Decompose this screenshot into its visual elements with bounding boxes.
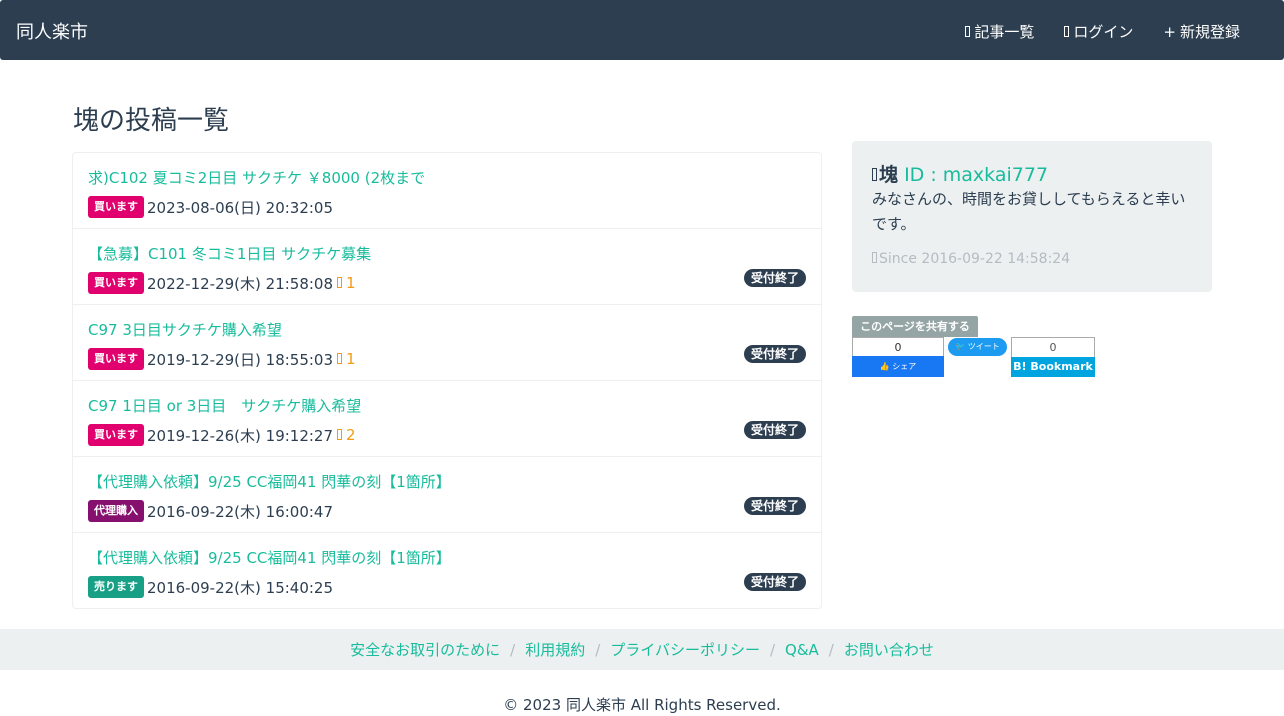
profile-name-line: 塊 ID : maxkai777 — [872, 160, 1048, 187]
post-type-badge: 買います — [88, 424, 144, 446]
list-item: 求)C102 夏コミ2日目 サクチケ ￥8000 (2枚まで 買います 2023… — [73, 153, 821, 229]
footer-link-privacy[interactable]: プライバシーポリシー — [610, 639, 760, 660]
post-date: 2022-12-29(木) 21:58:08 — [147, 274, 334, 293]
post-meta: 買います 2022-12-29(木) 21:58:08 1 — [88, 272, 356, 294]
post-type-badge: 買います — [88, 196, 144, 218]
footer-link-qa[interactable]: Q&A — [785, 641, 819, 659]
footer-separator: / — [769, 640, 776, 659]
post-meta: 売ります 2016-09-22(木) 15:40:25 — [88, 576, 333, 598]
status-badge: 受付終了 — [743, 345, 806, 363]
facebook-share-label: 👍 シェア — [852, 356, 944, 377]
profile-card: 塊 ID : maxkai777 みなさんの、時間をお貸ししてもらえると幸いです… — [852, 141, 1212, 292]
nav-register-link[interactable]: + 新規登録 — [1163, 21, 1240, 42]
profile-bio: みなさんの、時間をお貸ししてもらえると幸いです。 — [872, 190, 1186, 233]
status-badge: 受付終了 — [743, 497, 806, 515]
favorite-count: 1 — [337, 350, 356, 368]
hatena-bookmark-count: 0 — [1011, 337, 1095, 357]
footer-link-terms[interactable]: 利用規約 — [525, 639, 585, 660]
post-type-badge: 売ります — [88, 576, 144, 598]
favorite-count: 2 — [337, 426, 356, 444]
post-date: 2016-09-22(木) 15:40:25 — [147, 578, 334, 597]
list-item: 【急募】C101 冬コミ1日目 サクチケ募集 買います 2022-12-29(木… — [73, 229, 821, 305]
nav-articles-link[interactable]: 記事一覧 — [965, 21, 1034, 42]
list-item: C97 1日目 or 3日目 サクチケ購入希望 買います 2019-12-26(… — [73, 381, 821, 457]
favorite-count: 1 — [337, 274, 356, 292]
share-label: このページを共有する — [852, 316, 978, 337]
post-type-badge: 買います — [88, 272, 144, 294]
hatena-bookmark-button[interactable]: 0 B! Bookmark — [1011, 337, 1095, 377]
footer-link-safety[interactable]: 安全なお取引のために — [350, 639, 500, 660]
nav-articles-label: 記事一覧 — [974, 23, 1035, 41]
status-badge: 受付終了 — [743, 573, 806, 591]
footer-link-contact[interactable]: お問い合わせ — [844, 639, 934, 660]
page-title: 塊の投稿一覧 — [73, 106, 230, 136]
list-icon — [965, 26, 971, 37]
list-item: C97 3日目サクチケ購入希望 買います 2019-12-29(日) 18:55… — [73, 305, 821, 381]
footer-links: 安全なお取引のために / 利用規約 / プライバシーポリシー / Q&A / お… — [0, 629, 1284, 670]
favorite-count-value: 1 — [346, 274, 356, 292]
post-date: 2023-08-06(日) 20:32:05 — [147, 198, 334, 217]
footer-separator: / — [828, 640, 834, 659]
clock-icon — [872, 252, 877, 263]
star-icon — [337, 277, 343, 288]
plus-icon: + — [1163, 22, 1176, 41]
profile-since: Since 2016-09-22 14:58:24 — [872, 251, 1070, 267]
copyright: © 2023 同人楽市 All Rights Reserved. — [503, 696, 781, 714]
status-badge: 受付終了 — [743, 421, 806, 439]
hatena-bookmark-label: B! Bookmark — [1011, 357, 1095, 377]
facebook-share-text: シェア — [892, 362, 917, 371]
footer-separator: / — [510, 640, 516, 659]
post-title-link[interactable]: 【急募】C101 冬コミ1日目 サクチケ募集 — [88, 243, 371, 264]
facebook-share-count: 0 — [852, 337, 944, 356]
post-type-badge: 代理購入 — [88, 500, 144, 522]
list-item: 【代理購入依頼】9/25 CC福岡41 閃華の刻【1箇所】 代理購入 2016-… — [73, 457, 821, 533]
post-title-link[interactable]: 【代理購入依頼】9/25 CC福岡41 閃華の刻【1箇所】 — [88, 471, 451, 492]
user-icon — [872, 168, 877, 181]
nav-register-label: 新規登録 — [1179, 23, 1240, 41]
brand-link[interactable]: 同人楽市 — [16, 18, 88, 44]
post-date: 2019-12-26(木) 19:12:27 — [147, 426, 334, 445]
nav-login-label: ログイン — [1073, 23, 1134, 41]
footer-separator: / — [595, 640, 601, 659]
post-type-badge: 買います — [88, 348, 144, 370]
post-title-link[interactable]: C97 3日目サクチケ購入希望 — [88, 319, 282, 340]
navbar: 同人楽市 記事一覧 ログイン + 新規登録 — [0, 0, 1284, 60]
facebook-share-button[interactable]: 0 👍 シェア — [852, 337, 944, 377]
list-item: 【代理購入依頼】9/25 CC福岡41 閃華の刻【1箇所】 売ります 2016-… — [73, 533, 821, 608]
post-title-link[interactable]: 求)C102 夏コミ2日目 サクチケ ￥8000 (2枚まで — [88, 167, 425, 188]
nav-links: 記事一覧 ログイン + 新規登録 — [965, 21, 1240, 42]
post-meta: 買います 2023-08-06(日) 20:32:05 — [88, 196, 333, 218]
favorite-count-value: 1 — [346, 350, 356, 368]
post-list: 求)C102 夏コミ2日目 サクチケ ￥8000 (2枚まで 買います 2023… — [72, 152, 822, 609]
post-date: 2016-09-22(木) 16:00:47 — [147, 502, 334, 521]
post-meta: 代理購入 2016-09-22(木) 16:00:47 — [88, 500, 333, 522]
status-badge: 受付終了 — [743, 269, 806, 287]
post-date: 2019-12-29(日) 18:55:03 — [147, 350, 334, 369]
post-meta: 買います 2019-12-29(日) 18:55:03 1 — [88, 348, 356, 370]
profile-since-text: Since 2016-09-22 14:58:24 — [879, 251, 1071, 267]
login-icon — [1064, 26, 1070, 37]
favorite-count-value: 2 — [346, 426, 356, 444]
star-icon — [337, 353, 343, 364]
profile-name: 塊 — [879, 164, 899, 186]
post-meta: 買います 2019-12-26(木) 19:12:27 2 — [88, 424, 356, 446]
twitter-share-button[interactable]: 🐦 ツイート — [948, 338, 1007, 356]
profile-id-link[interactable]: ID : maxkai777 — [904, 164, 1048, 186]
post-title-link[interactable]: C97 1日目 or 3日目 サクチケ購入希望 — [88, 395, 361, 416]
post-title-link[interactable]: 【代理購入依頼】9/25 CC福岡41 閃華の刻【1箇所】 — [88, 547, 451, 568]
twitter-share-text: ツイート — [967, 342, 1000, 351]
star-icon — [337, 429, 343, 440]
nav-login-link[interactable]: ログイン — [1064, 21, 1133, 42]
